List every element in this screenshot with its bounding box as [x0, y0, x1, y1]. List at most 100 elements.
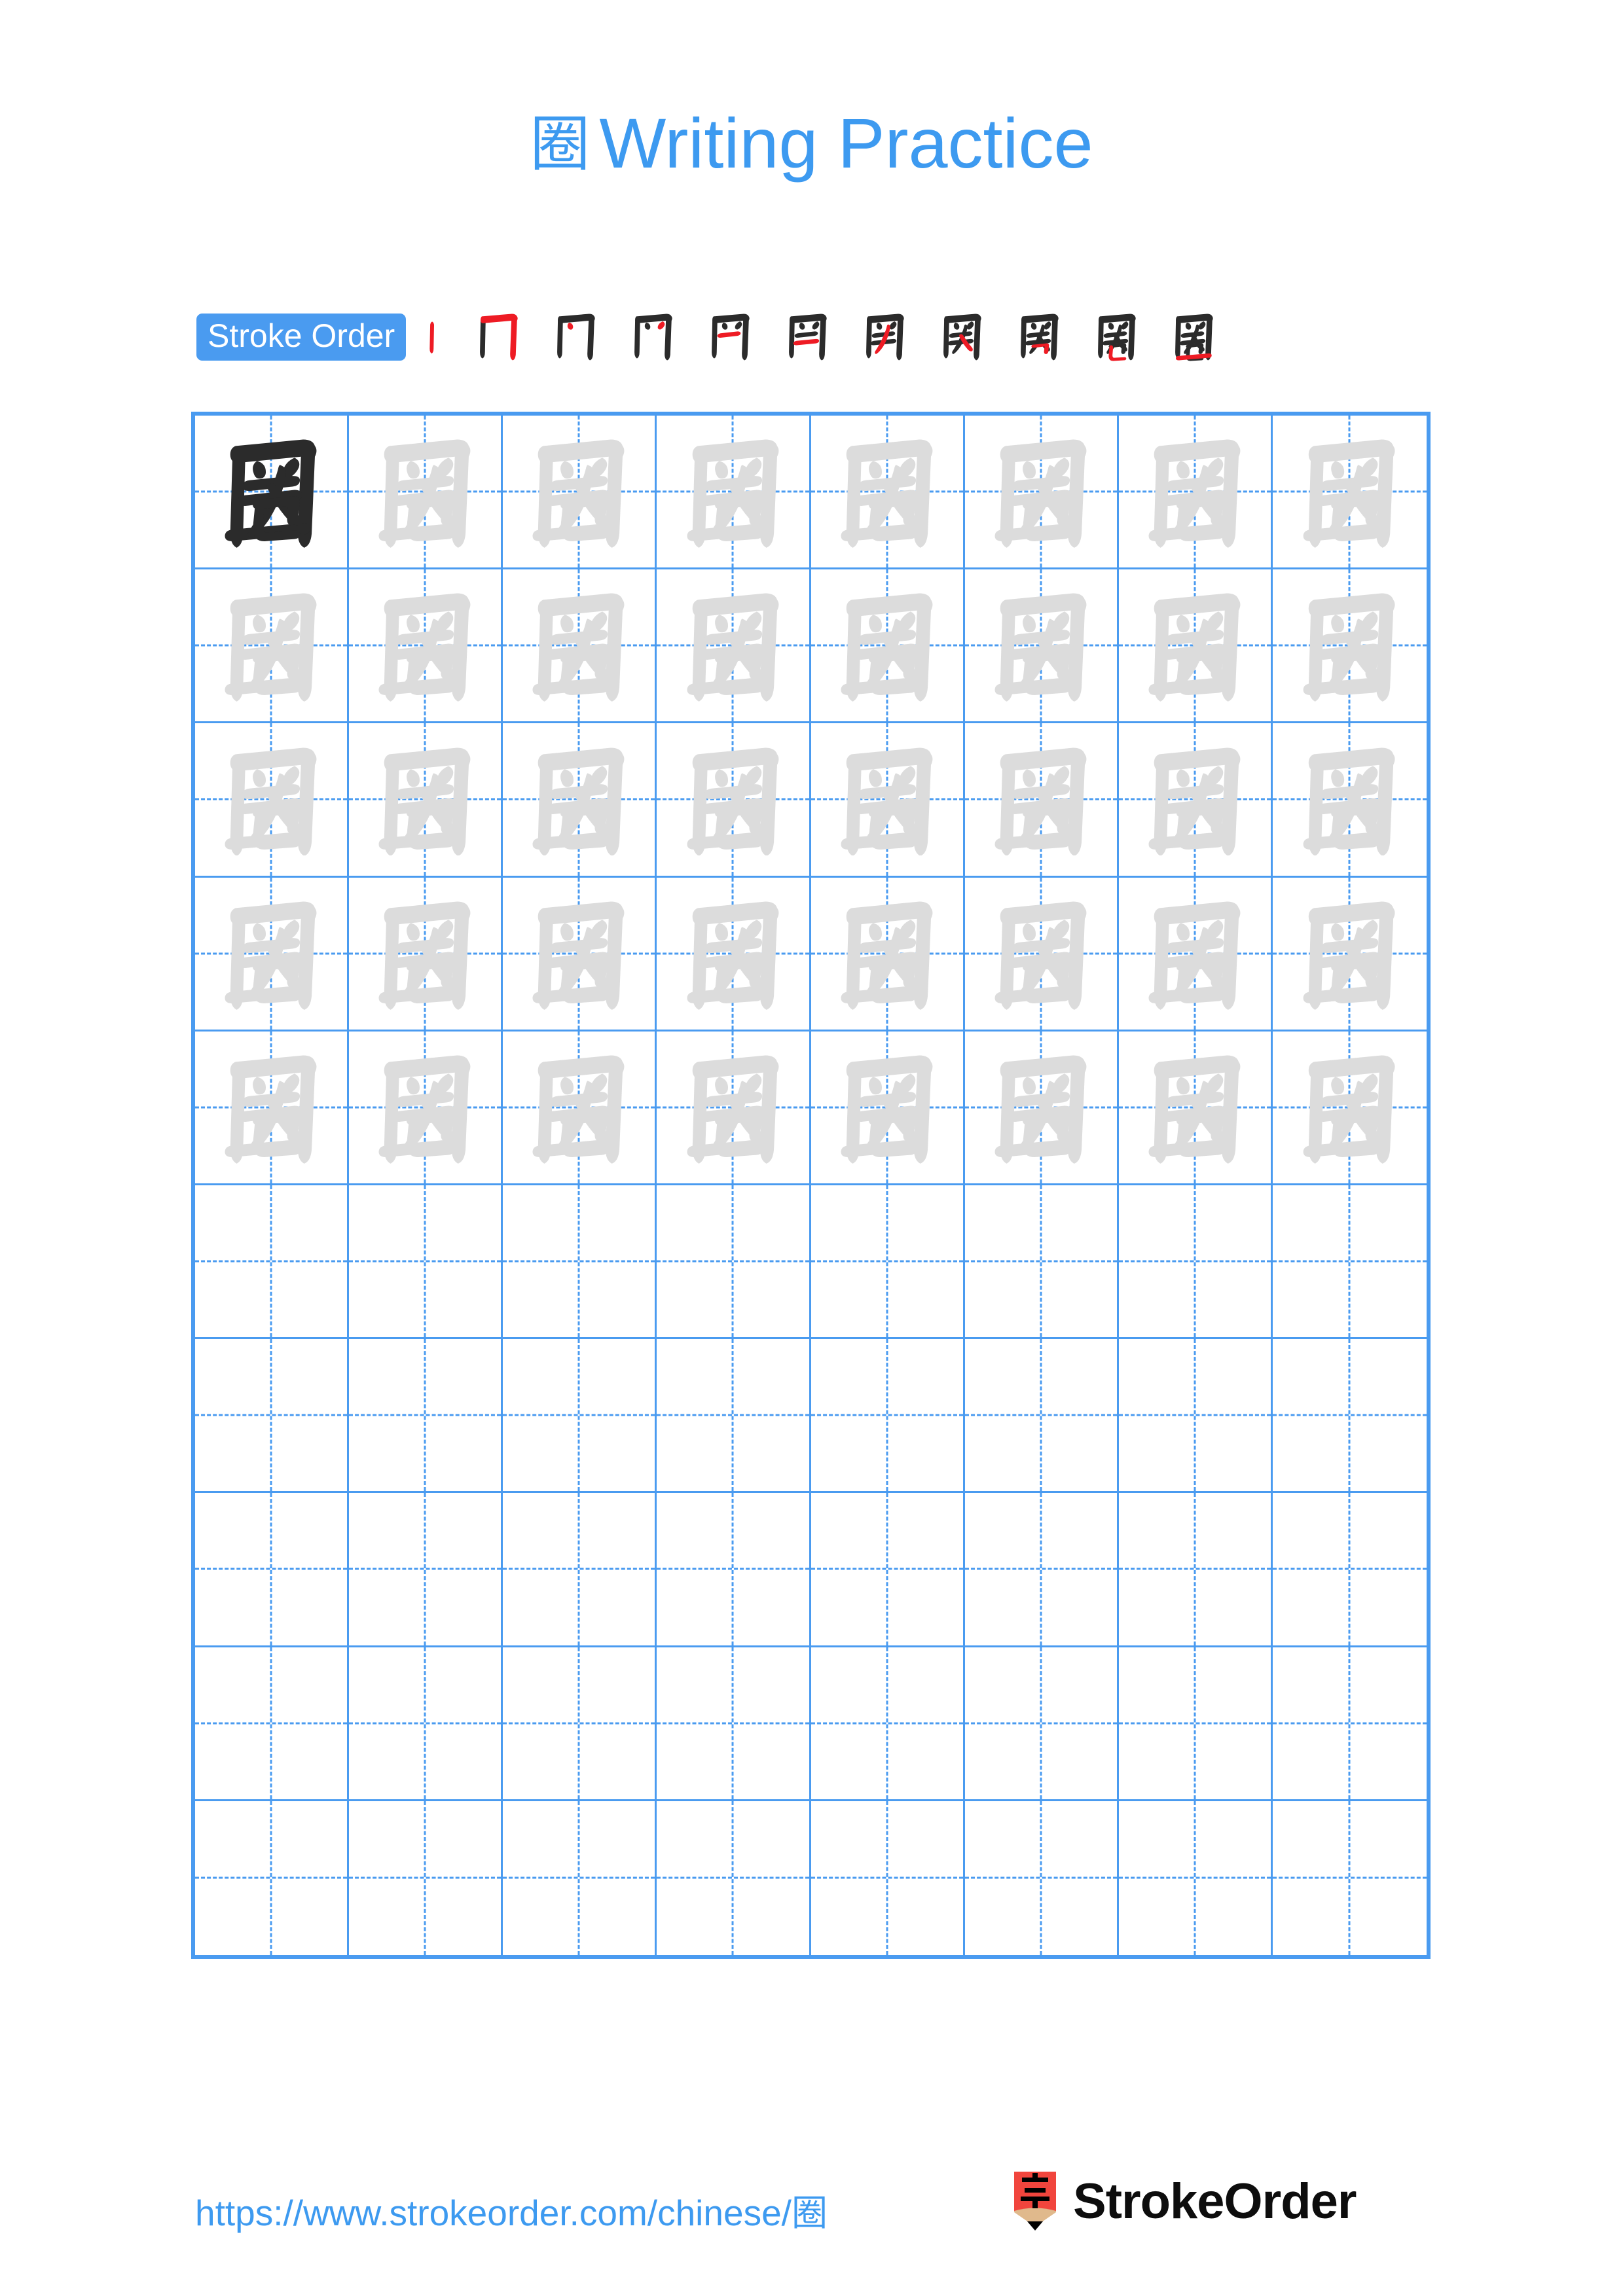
- stroke-step-9: [999, 306, 1076, 368]
- practice-cell-blank[interactable]: [811, 1493, 965, 1647]
- practice-cell-blank[interactable]: [503, 1647, 657, 1801]
- practice-cell-blank[interactable]: [1118, 1185, 1273, 1340]
- practice-cell-trace[interactable]: [1272, 416, 1427, 570]
- practice-cell-blank[interactable]: [195, 1801, 350, 1955]
- trace-character-glyph: [1119, 1031, 1271, 1183]
- practice-cell-blank[interactable]: [657, 1493, 811, 1647]
- practice-cell-blank[interactable]: [1272, 1185, 1427, 1340]
- practice-cell-trace[interactable]: [1118, 723, 1273, 878]
- practice-cell-blank[interactable]: [964, 1339, 1119, 1494]
- practice-cell-blank[interactable]: [1118, 1493, 1273, 1647]
- trace-character-glyph: [657, 1031, 809, 1183]
- trace-character-glyph: [349, 569, 501, 721]
- trace-character-glyph: [811, 416, 963, 567]
- practice-cell-trace[interactable]: [964, 569, 1119, 724]
- practice-cell-blank[interactable]: [349, 1185, 503, 1340]
- practice-cell-trace[interactable]: [811, 569, 965, 724]
- practice-cell-model[interactable]: [195, 416, 350, 570]
- stroke-order-section: Stroke Order: [196, 308, 1440, 367]
- practice-cell-blank[interactable]: [1118, 1339, 1273, 1494]
- practice-cell-trace[interactable]: [657, 569, 811, 724]
- practice-cell-trace[interactable]: [195, 723, 350, 878]
- practice-cell-trace[interactable]: [349, 877, 503, 1031]
- practice-cell-blank[interactable]: [657, 1647, 811, 1801]
- trace-character-glyph: [1273, 878, 1427, 1030]
- practice-cell-trace[interactable]: [964, 877, 1119, 1031]
- practice-cell-blank[interactable]: [503, 1801, 657, 1955]
- trace-character-glyph: [657, 878, 809, 1030]
- trace-character-glyph: [965, 878, 1117, 1030]
- stroke-order-steps: [410, 306, 1231, 368]
- trace-character-glyph: [811, 723, 963, 875]
- practice-cell-trace[interactable]: [349, 416, 503, 570]
- practice-cell-blank[interactable]: [349, 1339, 503, 1494]
- trace-character-glyph: [195, 723, 347, 875]
- practice-cell-trace[interactable]: [1118, 1031, 1273, 1185]
- practice-cell-blank[interactable]: [1118, 1647, 1273, 1801]
- practice-cell-trace[interactable]: [811, 416, 965, 570]
- practice-cell-trace[interactable]: [657, 1031, 811, 1185]
- practice-cell-trace[interactable]: [1118, 416, 1273, 570]
- practice-cell-trace[interactable]: [195, 1031, 350, 1185]
- practice-cell-blank[interactable]: [811, 1647, 965, 1801]
- practice-cell-blank[interactable]: [964, 1493, 1119, 1647]
- practice-cell-blank[interactable]: [503, 1493, 657, 1647]
- practice-cell-trace[interactable]: [349, 569, 503, 724]
- trace-character-glyph: [349, 723, 501, 875]
- practice-cell-blank[interactable]: [195, 1339, 350, 1494]
- practice-cell-blank[interactable]: [964, 1647, 1119, 1801]
- practice-cell-blank[interactable]: [1272, 1339, 1427, 1494]
- practice-cell-blank[interactable]: [503, 1339, 657, 1494]
- practice-cell-trace[interactable]: [1118, 569, 1273, 724]
- practice-cell-blank[interactable]: [657, 1185, 811, 1340]
- practice-cell-blank[interactable]: [657, 1801, 811, 1955]
- trace-character-glyph: [349, 1031, 501, 1183]
- practice-cell-trace[interactable]: [503, 569, 657, 724]
- practice-cell-trace[interactable]: [503, 723, 657, 878]
- practice-cell-trace[interactable]: [964, 416, 1119, 570]
- title-character: 圈: [530, 109, 591, 179]
- practice-cell-blank[interactable]: [964, 1185, 1119, 1340]
- practice-cell-blank[interactable]: [811, 1185, 965, 1340]
- practice-cell-trace[interactable]: [503, 416, 657, 570]
- footer-url-link[interactable]: https://www.strokeorder.com/chinese/圈: [195, 2183, 828, 2236]
- practice-cell-blank[interactable]: [965, 1801, 1119, 1955]
- practice-cell-trace[interactable]: [1272, 878, 1427, 1031]
- practice-cell-trace[interactable]: [657, 877, 811, 1031]
- practice-cell-blank[interactable]: [349, 1801, 503, 1955]
- practice-cell-blank[interactable]: [195, 1185, 350, 1340]
- practice-cell-trace[interactable]: [195, 877, 350, 1031]
- practice-cell-trace[interactable]: [1272, 569, 1427, 724]
- trace-character-glyph: [195, 878, 347, 1030]
- practice-cell-blank[interactable]: [349, 1647, 503, 1801]
- practice-cell-trace[interactable]: [1272, 1031, 1427, 1185]
- practice-cell-trace[interactable]: [1118, 877, 1273, 1031]
- practice-cell-trace[interactable]: [964, 1031, 1119, 1185]
- trace-character-glyph: [1273, 416, 1427, 567]
- practice-cell-trace[interactable]: [349, 1031, 503, 1185]
- practice-cell-blank[interactable]: [811, 1801, 965, 1955]
- practice-cell-blank[interactable]: [195, 1493, 350, 1647]
- practice-cell-trace[interactable]: [349, 723, 503, 878]
- practice-cell-blank[interactable]: [811, 1339, 965, 1494]
- practice-cell-blank[interactable]: [349, 1493, 503, 1647]
- practice-cell-blank[interactable]: [1273, 1801, 1427, 1955]
- practice-cell-blank[interactable]: [195, 1647, 350, 1801]
- stroke-step-2: [458, 306, 536, 368]
- practice-cell-trace[interactable]: [657, 723, 811, 878]
- practice-cell-blank[interactable]: [1272, 1493, 1427, 1647]
- practice-cell-trace[interactable]: [964, 723, 1119, 878]
- practice-cell-blank[interactable]: [657, 1339, 811, 1494]
- practice-cell-blank[interactable]: [1119, 1801, 1273, 1955]
- practice-cell-blank[interactable]: [503, 1185, 657, 1340]
- practice-cell-trace[interactable]: [503, 1031, 657, 1185]
- practice-cell-trace[interactable]: [1272, 723, 1427, 878]
- practice-cell-trace[interactable]: [657, 416, 811, 570]
- trace-character-glyph: [503, 723, 655, 875]
- practice-cell-trace[interactable]: [195, 569, 350, 724]
- practice-cell-trace[interactable]: [811, 1031, 965, 1185]
- practice-cell-trace[interactable]: [503, 877, 657, 1031]
- practice-cell-blank[interactable]: [1272, 1647, 1427, 1801]
- practice-cell-trace[interactable]: [811, 877, 965, 1031]
- practice-cell-trace[interactable]: [811, 723, 965, 878]
